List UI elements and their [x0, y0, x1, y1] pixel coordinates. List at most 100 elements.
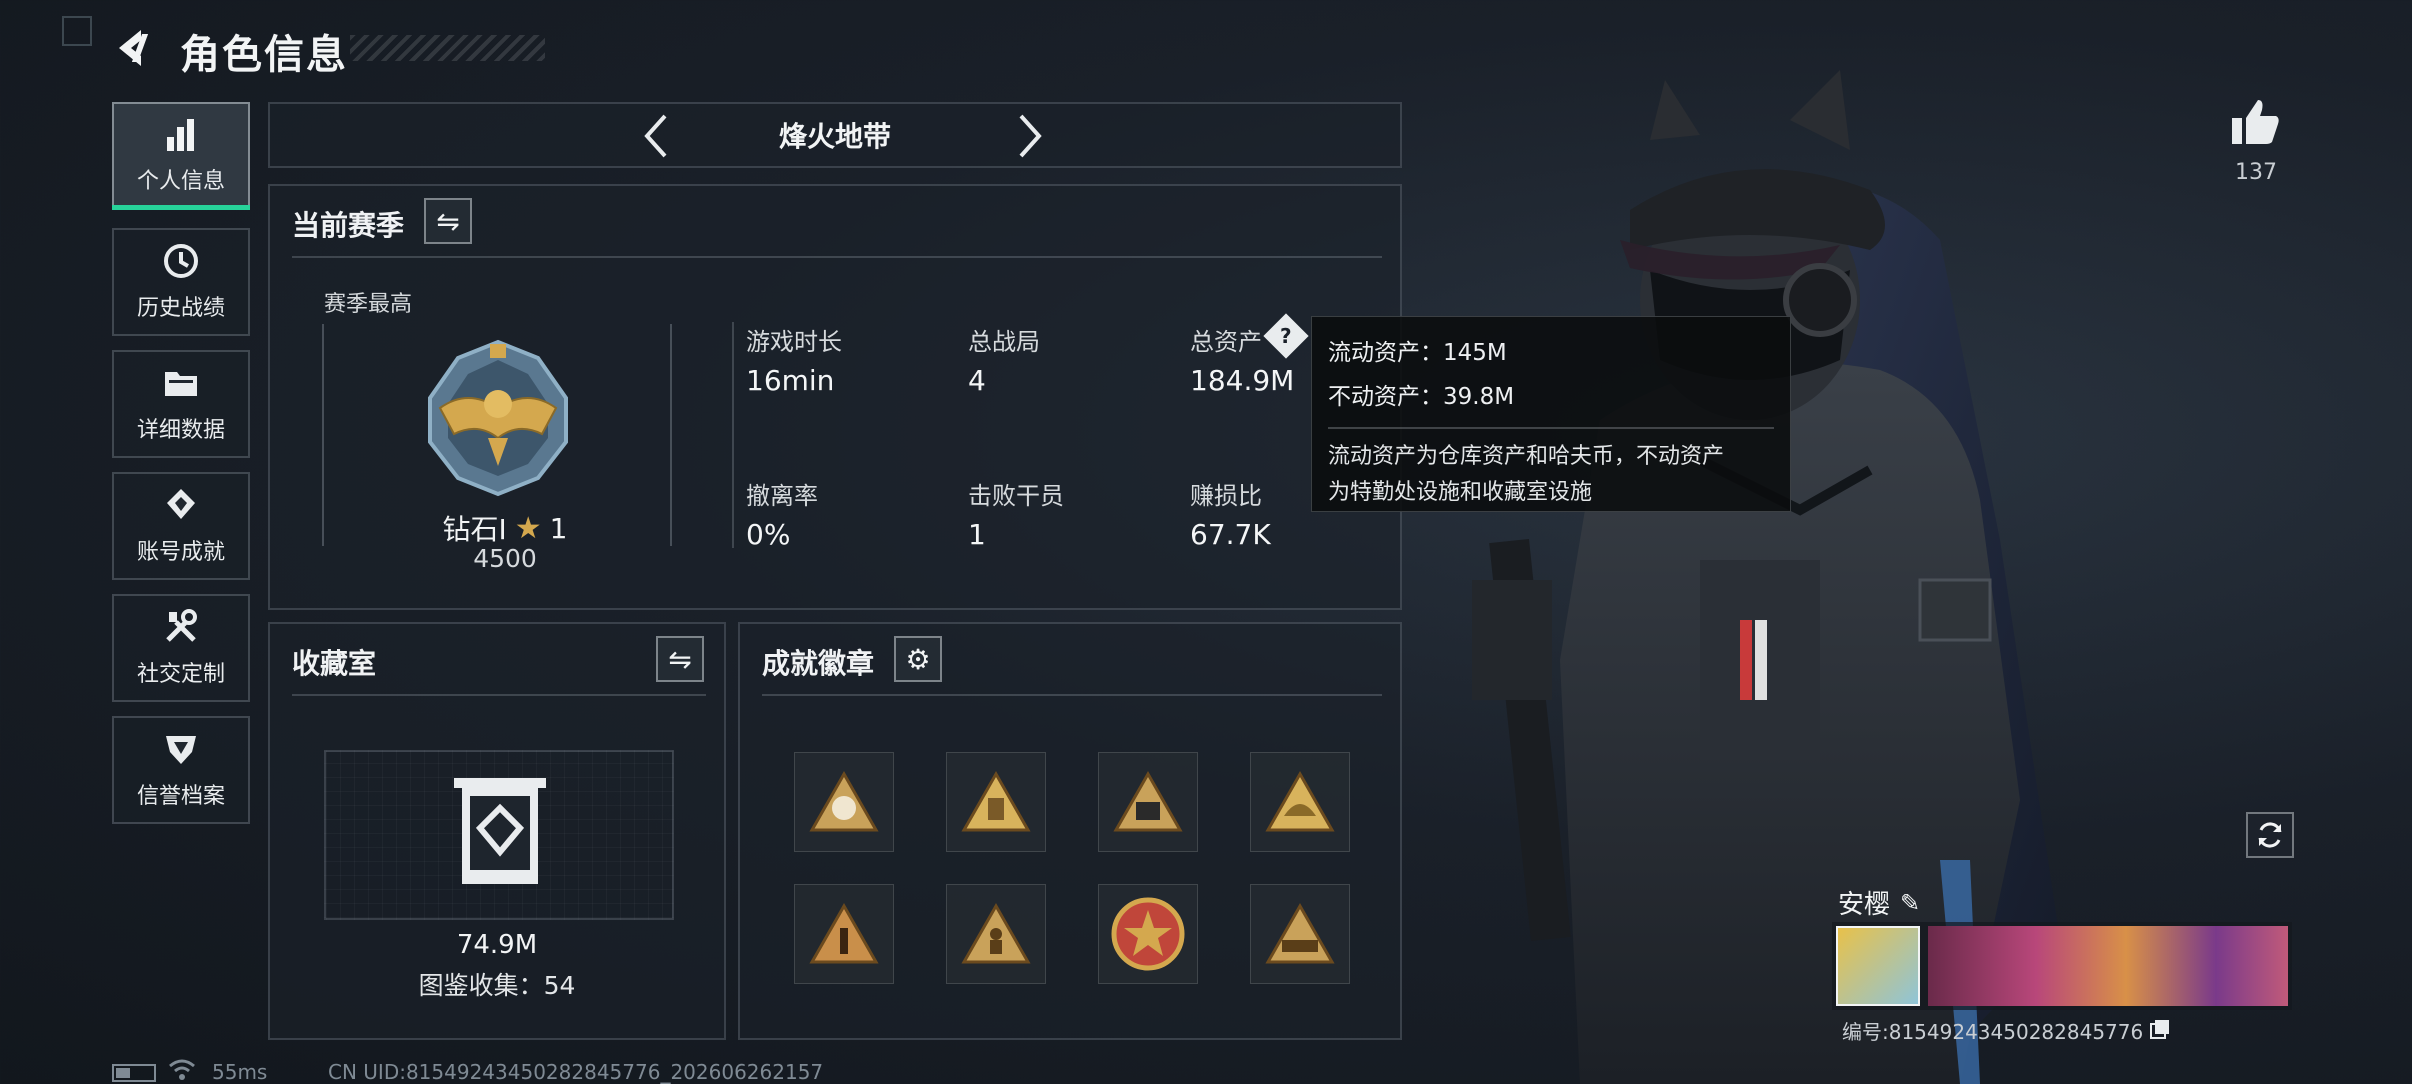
- tooltip-liquid-assets: 流动资产：145M: [1328, 340, 1507, 366]
- sidebar-item-label: 社交定制: [136, 662, 225, 687]
- history-icon: [164, 244, 198, 278]
- credit-icon: [166, 736, 196, 764]
- assets-help-button[interactable]: ?: [1263, 313, 1309, 359]
- player-name-row: 安樱 ✎: [1838, 884, 1920, 921]
- sidebar-item-history[interactable]: 历史战绩: [112, 228, 250, 336]
- badge-helmet-icon: [1265, 770, 1335, 832]
- tools-icon: [166, 609, 197, 642]
- sidebar-item-label: 历史战绩: [136, 296, 225, 321]
- stat-label-matches: 总战局: [968, 328, 1040, 356]
- panel-divider: [292, 694, 706, 696]
- stat-value-matches: 4: [968, 364, 986, 397]
- title-decoration: [350, 35, 545, 61]
- achievement-badge[interactable]: [946, 884, 1046, 984]
- stat-label-extraction-rate: 撤离率: [746, 482, 818, 510]
- achievement-badge[interactable]: [794, 752, 894, 852]
- badge-number-icon: [1113, 770, 1183, 832]
- uid-text: CN UID:81549243450282845776_202606262157: [328, 1060, 824, 1084]
- back-arrow-icon: [119, 30, 149, 66]
- stat-value-total-assets: 184.9M: [1190, 364, 1295, 397]
- prev-mode-button[interactable]: [630, 108, 680, 164]
- corner-decoration: [62, 16, 92, 46]
- like-button[interactable]: [2230, 96, 2282, 148]
- badge-soldier-icon: [961, 902, 1031, 964]
- battery-icon: [112, 1064, 156, 1082]
- rank-score: 4500: [473, 544, 537, 573]
- collection-value: 74.9M: [456, 930, 538, 960]
- player-id-row: 编号:81549243450282845776: [1842, 1016, 2171, 1045]
- achievement-badge[interactable]: [1250, 752, 1350, 852]
- badge-lantern-icon: [961, 770, 1031, 832]
- sidebar-item-achievements[interactable]: 账号成就: [112, 472, 250, 580]
- sidebar-item-social-custom[interactable]: 社交定制: [112, 594, 250, 702]
- achievement-badge[interactable]: [1098, 752, 1198, 852]
- achievements-panel: 成就徽章 ⚙: [738, 622, 1402, 1040]
- stat-label-profit-ratio: 赚损比: [1190, 482, 1262, 510]
- swap-icon: ⇋: [668, 642, 692, 676]
- season-title: 当前赛季: [292, 209, 405, 242]
- chevron-right-icon: [1019, 114, 1042, 158]
- copy-icon: [2150, 1019, 2170, 1039]
- collection-title: 收藏室: [292, 647, 377, 680]
- season-switch-button[interactable]: ⇋: [424, 198, 472, 244]
- achievement-badge[interactable]: [794, 884, 894, 984]
- stat-label-playtime: 游戏时长: [746, 328, 842, 356]
- assets-tooltip: 流动资产：145M 不动资产：39.8M 流动资产为仓库资产和哈夫币，不动资产 …: [1311, 316, 1791, 512]
- back-button[interactable]: [108, 22, 158, 74]
- like-count: 137: [2235, 160, 2277, 185]
- sidebar-item-detailed-data[interactable]: 详细数据: [112, 350, 250, 458]
- sidebar-item-label: 账号成就: [136, 540, 225, 565]
- season-best-label: 赛季最高: [324, 292, 413, 317]
- collection-switch-button[interactable]: ⇋: [656, 636, 704, 682]
- rank-emblem-icon: [418, 338, 578, 498]
- copy-id-button[interactable]: [2149, 1018, 2171, 1044]
- stat-value-kills: 1: [968, 518, 986, 551]
- stat-value-extraction-rate: 0%: [746, 518, 791, 551]
- badge-one-icon: [809, 902, 879, 964]
- sidebar-item-label: 详细数据: [136, 418, 225, 443]
- badge-star-emblem-icon: [1111, 897, 1185, 971]
- mode-label: 烽火地带: [778, 120, 891, 153]
- tooltip-fixed-assets: 不动资产：39.8M: [1328, 384, 1515, 410]
- season-panel: 当前赛季 ⇋ 赛季最高 钻石Ⅰ ★ 1 4500 游戏时长 16min 总战局 …: [268, 184, 1402, 610]
- stats-divider: [732, 322, 734, 548]
- player-banner[interactable]: [1832, 922, 2292, 1010]
- achievements-title: 成就徽章: [762, 647, 875, 680]
- stat-value-profit-ratio: 67.7K: [1190, 518, 1271, 551]
- gear-icon: ⚙: [905, 642, 931, 676]
- swap-icon: ⇋: [436, 204, 460, 238]
- avatar[interactable]: [1836, 926, 1920, 1006]
- achievements-settings-button[interactable]: ⚙: [894, 636, 942, 682]
- badge-skull-icon: [809, 770, 879, 832]
- sidebar-item-personal-info[interactable]: 个人信息: [112, 102, 250, 210]
- achievement-badge[interactable]: [1098, 884, 1198, 984]
- achievement-badge[interactable]: [946, 752, 1046, 852]
- achievement-icon: [167, 489, 195, 519]
- ping-value: 55ms: [212, 1060, 268, 1084]
- collection-panel: 收藏室 ⇋ 74.9M 图鉴收集：54: [268, 622, 726, 1040]
- rank-name: 钻石Ⅰ: [442, 513, 507, 546]
- stat-label-kills: 击败干员: [968, 482, 1064, 510]
- player-id: 编号:81549243450282845776: [1842, 1020, 2144, 1044]
- folder-icon: [165, 372, 197, 396]
- edit-name-button[interactable]: ✎: [1900, 889, 1920, 917]
- page-title: 角色信息: [180, 32, 348, 78]
- player-name: 安樱: [1838, 890, 1891, 920]
- panel-divider: [292, 256, 1382, 258]
- collection-catalog: 图鉴收集：54: [418, 971, 576, 1000]
- name-card-banner: [1928, 926, 2288, 1006]
- sidebar-item-credit-record[interactable]: 信誉档案: [112, 716, 250, 824]
- tooltip-desc-line1: 流动资产为仓库资产和哈夫币，不动资产: [1328, 444, 1725, 469]
- rotate-model-button[interactable]: [2246, 812, 2294, 858]
- collection-preview[interactable]: [324, 750, 674, 920]
- thumbs-up-icon: [2232, 100, 2279, 144]
- achievement-badge[interactable]: [1250, 884, 1350, 984]
- tooltip-desc-line2: 为特勤处设施和收藏室设施: [1328, 480, 1593, 505]
- wifi-icon: [168, 1058, 196, 1084]
- pencil-icon: ✎: [1900, 888, 1921, 917]
- vault-icon: [454, 778, 546, 884]
- tooltip-divider: [1328, 427, 1774, 429]
- rank-stars: 1: [549, 511, 568, 545]
- next-mode-button[interactable]: [1006, 108, 1056, 164]
- bar-chart-icon: [167, 119, 194, 151]
